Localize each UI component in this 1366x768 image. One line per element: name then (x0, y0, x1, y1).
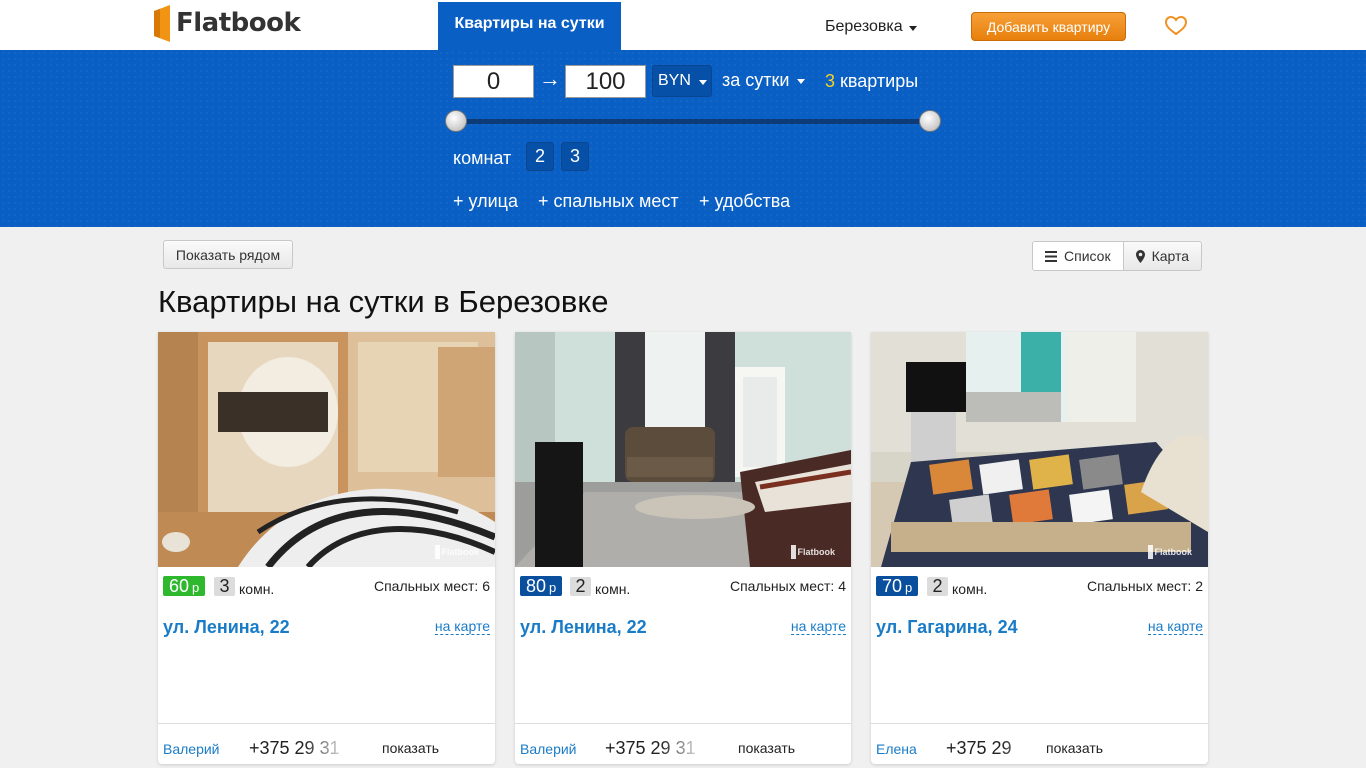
show-phone-button[interactable]: показать (382, 740, 439, 756)
filter-street-link[interactable]: + улица (453, 191, 518, 212)
results-count-number: 3 (825, 71, 836, 91)
price-slider-track[interactable] (456, 119, 930, 124)
price-badge: 60 р (163, 576, 206, 596)
rooms-badge: 2 (927, 577, 948, 596)
add-apartment-button[interactable]: Добавить квартиру (971, 12, 1126, 41)
show-on-map-link[interactable]: на карте (790, 618, 846, 635)
period-value: за сутки (722, 70, 790, 90)
watermark: Flatbook (790, 545, 835, 559)
room-chip-2[interactable]: 2 (526, 142, 554, 171)
owner-name[interactable]: Валерий (163, 741, 220, 757)
owner-name[interactable]: Елена (876, 741, 917, 757)
logo[interactable]: Flatbook (154, 4, 301, 42)
filter-beds-link[interactable]: + спальных мест (538, 191, 679, 212)
list-view-label: Список (1064, 248, 1111, 264)
listing-photo[interactable]: Flatbook (871, 332, 1208, 567)
show-on-map-link[interactable]: на карте (1147, 618, 1203, 635)
rooms-label: комнат (453, 148, 512, 168)
watermark: Flatbook (1147, 545, 1192, 559)
listing-photo[interactable]: Flatbook (515, 332, 851, 567)
currency-select[interactable]: BYN (652, 65, 712, 97)
nav-tab-apartments[interactable]: Квартиры на сутки (438, 2, 621, 50)
price-slider-min-handle[interactable] (445, 110, 467, 132)
beds-count: Спальных мест: 6 (373, 578, 490, 594)
rooms-unit: комн. (239, 581, 275, 597)
show-phone-button[interactable]: показать (1046, 740, 1103, 756)
city-selector[interactable]: Березовка (825, 18, 917, 36)
listing-photo[interactable]: Flatbook (158, 332, 495, 567)
listing-street-link[interactable]: ул. Ленина, 22 (520, 617, 647, 638)
rooms-unit: комн. (952, 581, 988, 597)
listing-street-link[interactable]: ул. Гагарина, 24 (876, 617, 1018, 638)
show-nearby-button[interactable]: Показать рядом (163, 240, 293, 269)
price-slider-max-handle[interactable] (919, 110, 941, 132)
results-count-label: квартиры (840, 71, 919, 91)
price-from-input[interactable]: 0 (453, 65, 534, 98)
price-badge: 70 р (876, 576, 919, 596)
list-view-button[interactable]: Список (1032, 241, 1124, 271)
city-name: Березовка (825, 18, 903, 35)
rooms-badge: 3 (214, 577, 235, 596)
view-toggle: Список Карта (1032, 241, 1203, 271)
listing-card[interactable]: Flatbook 80 р 2 комн. Спальных мест: 4 ул… (515, 332, 851, 764)
rooms-badge: 2 (570, 577, 591, 596)
rooms-unit: комн. (595, 581, 631, 597)
owner-name[interactable]: Валерий (520, 741, 577, 757)
map-view-label: Карта (1151, 248, 1190, 264)
watermark: Flatbook (434, 545, 479, 559)
map-view-button[interactable]: Карта (1123, 241, 1203, 271)
card-footer: Елена +375 29 показать (871, 723, 1208, 764)
card-footer: Валерий +375 29 31 показать (158, 723, 495, 764)
card-footer: Валерий +375 29 31 показать (515, 723, 851, 764)
results-count: 3 квартиры (825, 71, 918, 92)
map-pin-icon (1135, 249, 1145, 263)
listing-card[interactable]: Flatbook 60 р 3 комн. Спальных мест: 6 ул… (158, 332, 495, 764)
caret-down-icon (908, 25, 917, 31)
room-chip-3[interactable]: 3 (561, 142, 589, 171)
listing-street-link[interactable]: ул. Ленина, 22 (163, 617, 290, 638)
beds-count: Спальных мест: 4 (729, 578, 846, 594)
phone-number: +375 29 31 (249, 738, 340, 758)
range-arrow: → (539, 66, 561, 91)
show-on-map-link[interactable]: на карте (434, 618, 490, 635)
filter-panel: 0 → 100 BYN за сутки 3 квартиры комнат 2… (0, 50, 1366, 227)
beds-count: Спальных мест: 2 (1086, 578, 1203, 594)
price-to-input[interactable]: 100 (565, 65, 646, 98)
filter-amenities-link[interactable]: + удобства (699, 191, 790, 212)
page-title: Квартиры на сутки в Березовке (158, 284, 609, 319)
door-logo-icon (154, 4, 170, 42)
listing-card[interactable]: Flatbook 70 р 2 комн. Спальных мест: 2 ул… (871, 332, 1208, 764)
phone-number: +375 29 31 (605, 738, 696, 758)
logo-text: Flatbook (176, 8, 301, 38)
heart-icon[interactable] (1164, 15, 1188, 36)
top-header: Flatbook Квартиры на сутки Березовка Доб… (0, 0, 1366, 50)
period-select[interactable]: за сутки (722, 70, 806, 91)
currency-value: BYN (658, 72, 691, 89)
phone-number: +375 29 (946, 738, 1012, 758)
show-phone-button[interactable]: показать (738, 740, 795, 756)
caret-down-icon (797, 79, 806, 84)
list-icon (1045, 250, 1057, 262)
caret-down-icon (698, 79, 707, 85)
price-badge: 80 р (520, 576, 563, 596)
